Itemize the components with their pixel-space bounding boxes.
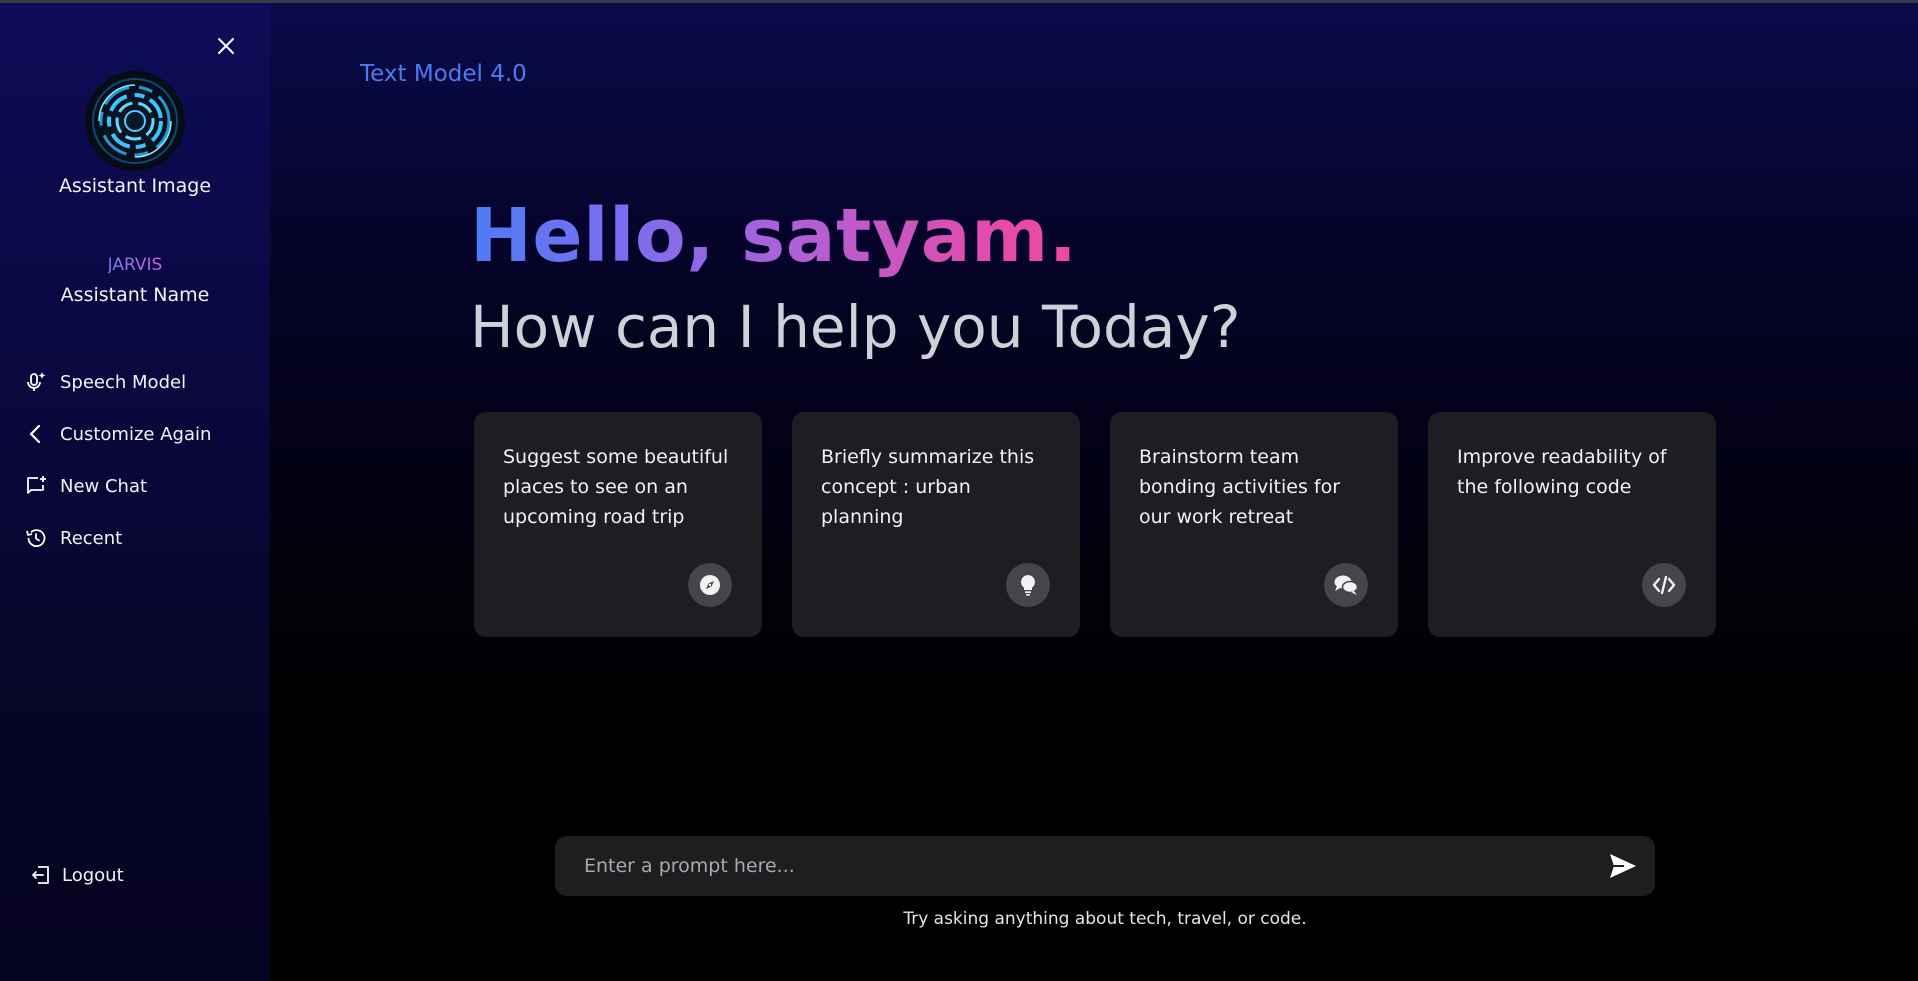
close-icon — [218, 38, 234, 54]
lightbulb-icon — [1006, 563, 1050, 607]
sidebar-item-speech-model[interactable]: Speech Model — [22, 367, 211, 397]
send-icon — [1610, 854, 1636, 878]
assistant-name-label: Assistant Name — [60, 284, 210, 306]
sidebar-item-customize-again[interactable]: Customize Again — [22, 419, 211, 449]
app-root: Assistant Image JARVIS Assistant Name Sp… — [0, 3, 1918, 981]
assistant-name-value: JARVIS — [0, 255, 270, 275]
greeting-subtitle: How can I help you Today? — [470, 293, 1241, 361]
chevron-left-icon — [22, 420, 50, 448]
model-title: Text Model 4.0 — [360, 61, 527, 87]
logout-icon — [28, 862, 54, 888]
prompt-bar — [555, 836, 1655, 896]
greeting-title: Hello, satyam. — [470, 193, 1078, 279]
logout-label: Logout — [62, 864, 124, 886]
suggestion-card[interactable]: Improve readability of the following cod… — [1428, 412, 1716, 637]
main-content: Text Model 4.0 Hello, satyam. How can I … — [270, 3, 1918, 981]
suggestion-card-text: Suggest some beautiful places to see on … — [503, 446, 729, 528]
sidebar-item-label: Customize Again — [60, 423, 212, 445]
sidebar-menu: Speech Model Customize Again New Chat Re… — [22, 367, 211, 575]
history-icon — [22, 524, 50, 552]
prompt-hint: Try asking anything about tech, travel, … — [903, 909, 1307, 929]
assistant-avatar-art — [92, 78, 178, 164]
prompt-input[interactable] — [584, 836, 1591, 896]
chat-bubbles-icon — [1324, 563, 1368, 607]
close-sidebar-button[interactable] — [213, 33, 239, 59]
code-icon — [1642, 563, 1686, 607]
suggestion-card-text: Brainstorm team bonding activities for o… — [1139, 446, 1341, 528]
suggestion-card[interactable]: Suggest some beautiful places to see on … — [474, 412, 762, 637]
logout-button[interactable]: Logout — [28, 862, 124, 888]
assistant-avatar — [85, 71, 185, 171]
sidebar-item-label: New Chat — [60, 475, 148, 497]
sidebar: Assistant Image JARVIS Assistant Name Sp… — [0, 3, 270, 981]
compass-icon — [688, 563, 732, 607]
sidebar-item-new-chat[interactable]: New Chat — [22, 471, 211, 501]
sidebar-item-recent[interactable]: Recent — [22, 523, 211, 553]
suggestion-card-text: Improve readability of the following cod… — [1457, 446, 1667, 498]
assistant-image-label: Assistant Image — [58, 175, 212, 197]
mic-sparkle-icon — [22, 368, 50, 396]
send-button[interactable] — [1591, 836, 1655, 896]
sidebar-item-label: Recent — [60, 527, 123, 549]
assistant-name-text: JARVIS — [107, 255, 163, 275]
suggestion-cards: Suggest some beautiful places to see on … — [474, 412, 1716, 637]
suggestion-card[interactable]: Brainstorm team bonding activities for o… — [1110, 412, 1398, 637]
suggestion-card-text: Briefly summarize this concept : urban p… — [821, 446, 1035, 528]
sidebar-item-label: Speech Model — [60, 371, 187, 393]
suggestion-card[interactable]: Briefly summarize this concept : urban p… — [792, 412, 1080, 637]
new-chat-icon — [22, 472, 50, 500]
